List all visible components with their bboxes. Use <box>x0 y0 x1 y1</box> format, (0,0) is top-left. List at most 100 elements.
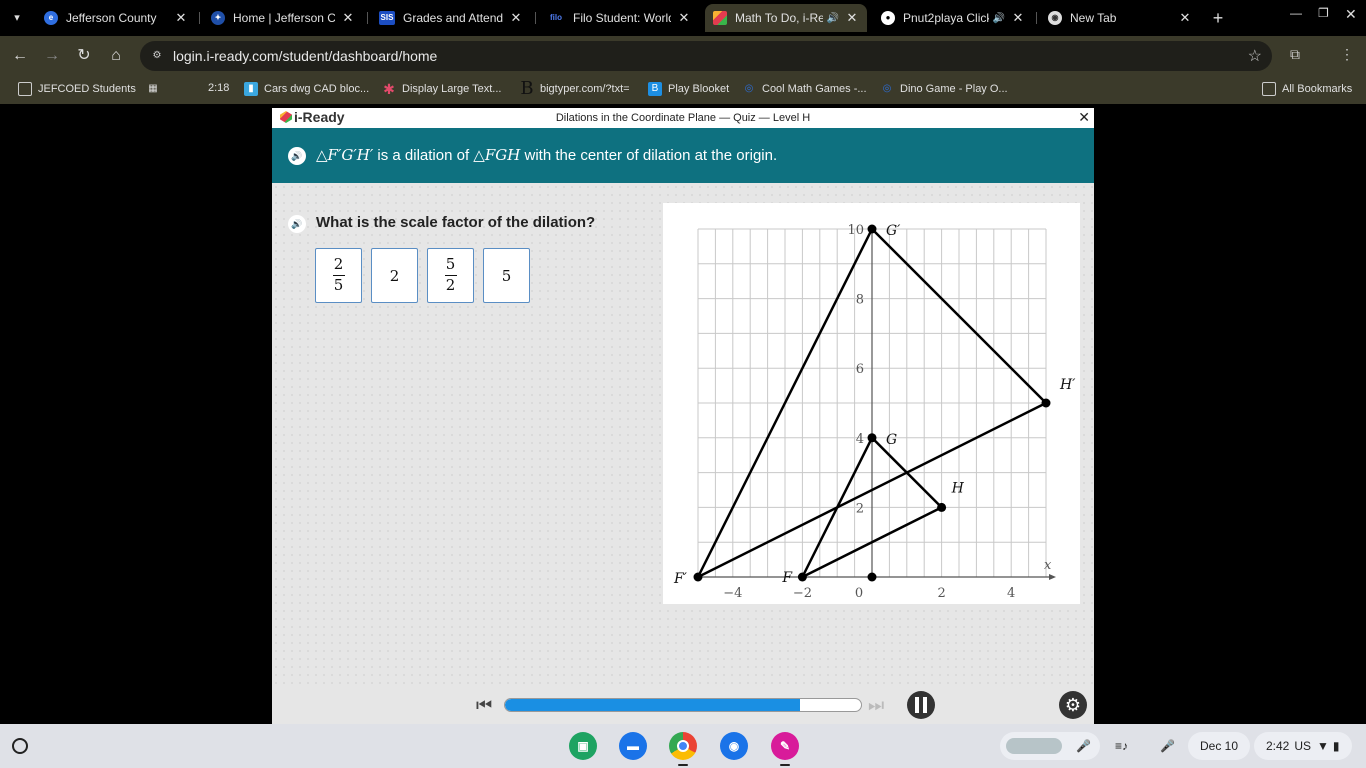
bookmark-cool-math[interactable]: ◎ Cool Math Games -... <box>742 82 867 96</box>
bookmark-label: Cars dwg CAD bloc... <box>264 83 370 95</box>
app-header: i-Ready Dilations in the Coordinate Plan… <box>272 108 1094 128</box>
asterisk-icon: ✱ <box>383 81 395 97</box>
minimize-icon[interactable]: — <box>1290 6 1302 20</box>
tab-label: New Tab <box>1070 11 1117 25</box>
answer-choice-2[interactable]: 2 <box>371 248 418 303</box>
question-speaker-icon[interactable]: 🔊 <box>288 215 306 233</box>
tray-media-pill[interactable]: 🎤 <box>1000 732 1100 760</box>
window-close-icon[interactable]: ✕ <box>1345 6 1357 23</box>
camera-icon[interactable]: ◉ <box>720 732 748 760</box>
launcher-icon[interactable] <box>12 738 28 754</box>
new-tab-plus-icon[interactable]: + <box>1208 8 1228 28</box>
status-area[interactable]: 2:42 US ▼ ▮ <box>1254 732 1352 760</box>
bookmark-display-large-text[interactable]: ✱ Display Large Text... <box>382 82 501 96</box>
dino-icon: ◎ <box>882 83 892 94</box>
dictation-mic-icon[interactable]: 🎤 <box>1160 734 1175 758</box>
close-tab-icon[interactable]: ✕ <box>341 10 355 26</box>
skip-back-icon[interactable]: ⏮ <box>476 695 492 716</box>
browser-toolbar: ← → ↻ ⌂ ⚙ login.i-ready.com/student/dash… <box>0 36 1366 76</box>
canvas-icon[interactable]: ✎ <box>771 732 799 760</box>
point-label: H′ <box>1059 377 1076 393</box>
date-pill[interactable]: Dec 10 <box>1188 732 1251 760</box>
speaker-icon[interactable]: 🔊 <box>993 13 1005 24</box>
bookmark-star-icon[interactable]: ☆ <box>1248 46 1262 66</box>
point-F <box>797 572 807 582</box>
bookmark-jefcoed-folder[interactable]: JEFCOED Students <box>18 82 136 96</box>
tab-label: Filo Student: World's <box>573 11 671 25</box>
iready-gem-icon <box>713 11 727 25</box>
microphone-icon: 🎤 <box>1076 739 1091 753</box>
bookmark-all-bookmarks[interactable]: All Bookmarks <box>1262 82 1352 96</box>
prompt-speaker-icon[interactable]: 🔊 <box>288 147 306 165</box>
point-label: G′ <box>886 223 901 239</box>
bookmark-bigtyper[interactable]: B bigtyper.com/?txt= <box>520 80 629 98</box>
tab-jefferson-county[interactable]: e Jefferson County ✕ <box>36 4 196 32</box>
classroom-icon[interactable]: ▣ <box>569 732 597 760</box>
close-tab-icon[interactable]: ✕ <box>1178 10 1192 26</box>
bookmark-label: Cool Math Games -... <box>762 83 867 95</box>
pause-button[interactable] <box>907 691 935 719</box>
bookmark-dino-game[interactable]: ◎ Dino Game - Play O... <box>880 82 1008 96</box>
x-tick-label: 2 <box>937 586 945 601</box>
numerator: 5 <box>445 255 456 274</box>
tab-math-to-do-iready[interactable]: Math To Do, i-Rea 🔊 ✕ <box>705 4 867 32</box>
close-tab-icon[interactable]: ✕ <box>1011 10 1025 26</box>
extensions-puzzle-icon[interactable]: ⧉ <box>1290 46 1300 63</box>
close-tab-icon[interactable]: ✕ <box>677 10 691 26</box>
tab-label: Home | Jefferson Co <box>233 11 335 25</box>
media-controls-icon[interactable]: ≡♪ <box>1115 734 1128 758</box>
bookmark-play-blooket[interactable]: B Play Blooket <box>648 82 729 96</box>
close-quiz-icon[interactable]: ✕ <box>1078 109 1090 126</box>
coordinate-graph-card: −4 −2 0 2 4 10 8 6 4 2 x F′ G′ H′ F G H <box>663 203 1080 604</box>
skip-forward-icon[interactable]: ⏭ <box>868 695 884 716</box>
settings-gear-icon[interactable]: ⚙ <box>1059 691 1087 719</box>
restore-icon[interactable]: ❐ <box>1318 6 1329 20</box>
ie-icon: e <box>44 11 58 25</box>
close-tab-icon[interactable]: ✕ <box>845 10 859 26</box>
bookmark-apps[interactable]: ▦ <box>146 82 166 96</box>
x-tick-label: −4 <box>723 586 742 601</box>
bookmark-218[interactable]: 2:18 <box>208 82 229 94</box>
kebab-menu-icon[interactable]: ⋮ <box>1340 46 1354 63</box>
close-tab-icon[interactable]: ✕ <box>174 10 188 26</box>
bookmark-cars-dwg[interactable]: ▮ Cars dwg CAD bloc... <box>244 82 369 96</box>
coordinate-plane: −4 −2 0 2 4 10 8 6 4 2 x F′ G′ H′ F G H <box>673 223 1076 601</box>
cars-icon: ▮ <box>244 82 258 96</box>
wifi-icon: ▼ <box>1317 739 1329 753</box>
bookmark-label: JEFCOED Students <box>38 83 136 95</box>
denominator: 5 <box>333 276 344 294</box>
site-info-icon[interactable]: ⚙ <box>150 49 164 63</box>
tab-pnut2playa[interactable]: ● Pnut2playa Click 🔊 ✕ <box>873 4 1033 32</box>
close-tab-icon[interactable]: ✕ <box>509 10 523 26</box>
bookmark-label: All Bookmarks <box>1282 83 1353 95</box>
bookmark-label: 2:18 <box>208 82 230 94</box>
answer-choice-2-5[interactable]: 2 5 <box>315 248 362 303</box>
tab-strip: ▾ e Jefferson County ✕ ✦ Home | Jefferso… <box>0 0 1366 36</box>
answer-choice-5[interactable]: 5 <box>483 248 530 303</box>
tray-thumbnail <box>1006 738 1062 754</box>
tab-grades-attendance[interactable]: SIS Grades and Attendan ✕ <box>371 4 531 32</box>
tab-new-tab[interactable]: ◉ New Tab ✕ <box>1040 4 1200 32</box>
x-tick-label: −2 <box>793 586 812 601</box>
clock-text: 2:42 <box>1266 739 1290 753</box>
address-bar[interactable]: ⚙ login.i-ready.com/student/dashboard/ho… <box>140 41 1272 71</box>
date-text: Dec 10 <box>1200 739 1239 753</box>
playback-bar: ⏮ ⏭ ⚙ <box>272 687 1094 724</box>
back-arrow-icon[interactable]: ← <box>10 46 30 66</box>
locale-text: US <box>1294 739 1312 753</box>
forward-arrow-icon[interactable]: → <box>42 46 62 66</box>
tab-search-chevron-icon[interactable]: ▾ <box>6 8 28 28</box>
y-tick-label: 2 <box>856 501 864 516</box>
tab-filo[interactable]: filo Filo Student: World's ✕ <box>539 4 699 32</box>
reload-icon[interactable]: ↻ <box>74 46 94 66</box>
tab-home-jefferson[interactable]: ✦ Home | Jefferson Co ✕ <box>203 4 363 32</box>
home-icon[interactable]: ⌂ <box>106 46 126 66</box>
chrome-icon[interactable] <box>669 732 697 760</box>
question-text: What is the scale factor of the dilation… <box>316 214 596 231</box>
speaker-icon[interactable]: 🔊 <box>827 13 839 24</box>
files-icon[interactable]: ▬ <box>619 732 647 760</box>
url-text[interactable]: login.i-ready.com/student/dashboard/home <box>173 48 437 64</box>
point-F′ <box>693 572 703 582</box>
answer-choice-5-2[interactable]: 5 2 <box>427 248 474 303</box>
point-H′ <box>1041 398 1051 408</box>
